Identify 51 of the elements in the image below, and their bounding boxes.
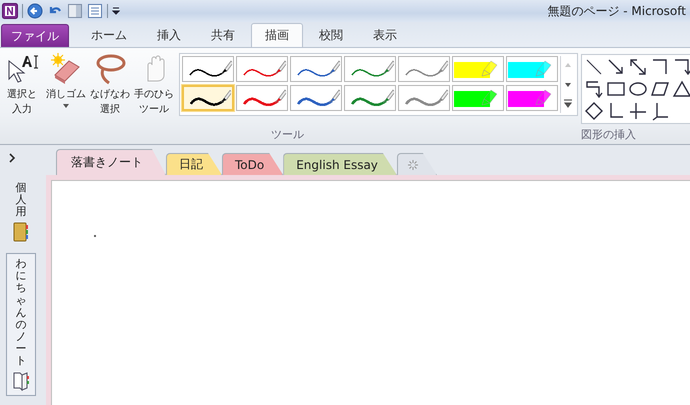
pen-swatch[interactable] xyxy=(182,85,234,111)
notebook-item[interactable]: 個人用 xyxy=(6,177,36,248)
ribbon-tab[interactable]: 共有 xyxy=(197,23,249,47)
pen-swatch[interactable] xyxy=(290,85,342,111)
line-icon[interactable] xyxy=(584,57,604,77)
hand-tool-button[interactable]: 手のひら ツール xyxy=(132,53,176,117)
triangle-icon[interactable] xyxy=(672,79,690,99)
elbow-arrow-icon[interactable] xyxy=(672,57,690,77)
highlighter-swatch[interactable] xyxy=(452,85,504,111)
axes-icon[interactable] xyxy=(628,101,648,121)
ribbon-tab[interactable]: 校閲 xyxy=(305,23,357,47)
axes-icon[interactable] xyxy=(650,101,670,121)
diamond-icon[interactable] xyxy=(584,101,604,121)
section-tab[interactable]: ToDo xyxy=(222,153,284,175)
pen-swatch[interactable] xyxy=(398,56,450,82)
lasso-button[interactable]: なげなわ 選択 xyxy=(88,53,132,117)
sparkle-icon xyxy=(406,158,419,170)
ribbon-tab[interactable]: 描画 xyxy=(251,23,303,47)
page-view-icon[interactable] xyxy=(87,3,103,19)
eraser-button[interactable]: 消しゴム xyxy=(44,53,88,117)
customize-icon[interactable] xyxy=(112,5,120,17)
highlighter-swatch[interactable] xyxy=(506,56,558,82)
pen-swatch[interactable] xyxy=(236,56,288,82)
section-tab[interactable]: English Essay xyxy=(283,153,397,175)
pen-swatch[interactable] xyxy=(344,56,396,82)
app-logo-icon xyxy=(2,3,18,19)
notebook-item[interactable]: わにちゃんのノート xyxy=(6,253,36,396)
expand-icon[interactable] xyxy=(8,153,16,163)
select-tool-button[interactable]: 選択と 入力 xyxy=(0,53,44,117)
highlighter-swatch[interactable] xyxy=(506,85,558,111)
window-title: 無題のページ - Microsoft xyxy=(547,2,686,20)
double-arrow-icon[interactable] xyxy=(628,57,648,77)
pen-swatch[interactable] xyxy=(344,85,396,111)
group-label: ツール xyxy=(271,127,304,142)
pen-swatch[interactable] xyxy=(182,56,234,82)
elbow-arrow-icon[interactable] xyxy=(584,79,604,99)
dock-icon[interactable] xyxy=(67,3,83,19)
pen-swatch[interactable] xyxy=(398,85,450,111)
back-icon[interactable] xyxy=(27,3,43,19)
group-label: 図形の挿入 xyxy=(581,127,636,142)
ribbon-tab[interactable]: 表示 xyxy=(359,23,411,47)
highlighter-swatch[interactable] xyxy=(452,56,504,82)
notebook-icon xyxy=(13,222,29,242)
ribbon-tab[interactable]: ホーム xyxy=(77,23,141,47)
section-tab[interactable]: 落書きノート xyxy=(56,149,166,175)
ribbon-tab[interactable]: 挿入 xyxy=(143,23,195,47)
section-tab[interactable]: 日記 xyxy=(166,153,222,175)
file-tab[interactable]: ファイル xyxy=(1,24,69,47)
pen-swatch[interactable] xyxy=(236,85,288,111)
open-book-icon xyxy=(12,371,30,392)
pen-swatch[interactable] xyxy=(290,56,342,82)
